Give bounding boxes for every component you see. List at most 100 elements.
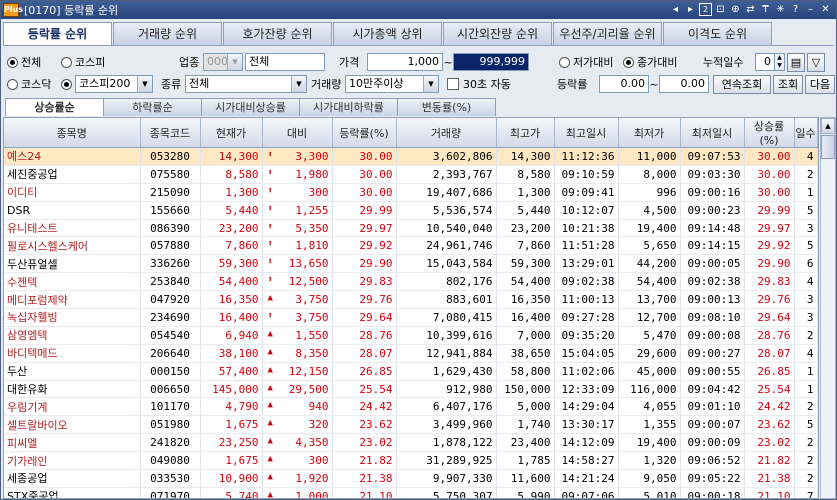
price-from-input[interactable]: 1,000 [367,53,443,71]
sector-code-combo[interactable]: 0000 ▼ [203,53,243,71]
continuous-query-button[interactable]: 연속조회 [713,74,771,94]
chevron-down-icon[interactable]: ▼ [291,76,306,92]
subtab-1[interactable]: 하락률순 [103,98,202,116]
tab-4[interactable]: 시간외잔량 순위 [443,22,552,45]
column-header[interactable]: 등락률(%) [332,118,397,148]
column-header[interactable]: 거래량 [396,118,497,148]
tab-6[interactable]: 이격도 순위 [663,22,772,45]
scroll-thumb[interactable] [821,135,835,159]
help-icon[interactable]: ? [789,3,802,16]
chevron-down-icon[interactable]: ▼ [137,76,152,92]
vertical-scrollbar[interactable]: ▲ [820,117,836,499]
high-cell: 23,400 [496,433,555,453]
column-header[interactable]: 대비 [262,118,333,148]
high-cell: 5,000 [496,397,555,417]
filter-icon[interactable]: ▽ [807,52,825,72]
table-row[interactable]: 바디텍메드 206640 38,100 ▲ 8,350 28.07 12,941,884 38… [4,344,818,363]
calendar-icon[interactable]: ▤ [787,52,805,72]
link-icon[interactable]: ⊡ [714,3,727,16]
chevron-down-icon[interactable]: ▼ [423,76,438,92]
column-header[interactable]: 최저일시 [680,118,745,148]
sector-name-field[interactable]: 전체 [245,53,325,71]
table-row[interactable]: DSR 155660 5,440 ⬆ 1,255 29.99 5,536,574 5,440 1… [4,201,818,220]
add-icon[interactable]: ⊕ [729,3,742,16]
column-header[interactable]: 최저가 [618,118,681,148]
subtab-0[interactable]: 상승률순 [5,98,104,116]
column-header[interactable]: 현재가 [200,118,263,148]
ltime-cell: 09:07:53 [680,147,745,166]
days-input[interactable]: 0 [755,53,775,71]
auto-refresh-checkbox[interactable] [447,78,459,90]
tab-0[interactable]: 등락률 순위 [3,22,112,46]
change-value: 1,000 [295,489,329,499]
table-row[interactable]: 세진중공업 075580 8,580 ⬆ 1,980 30.00 2,393,767 8,58… [4,165,818,184]
tab-1[interactable]: 거래량 순위 [113,22,222,45]
table-row[interactable]: STX중공업 071970 5,740 ▲ 1,000 21.10 5,750,307 5,9… [4,487,818,499]
nav-left-icon[interactable]: ◂ [669,3,682,16]
table-row[interactable]: 두산퓨얼셀 336260 59,300 ⬆ 13,650 29.90 15,043,584 5… [4,254,818,274]
type-combo[interactable]: 전체 ▼ [185,75,307,93]
price-cell: 4,790 [200,397,263,417]
table-row[interactable]: 유니테스트 086390 23,200 ⬆ 5,350 29.97 10,540,040 23… [4,219,818,238]
rate-to-input[interactable]: 0.00 [659,75,709,93]
market-all-radio[interactable] [7,56,18,68]
table-row[interactable]: 세종공업 033530 10,900 ▲ 1,920 21.38 9,907,330 11,6… [4,469,818,488]
days-spinner[interactable]: ▲ ▼ [775,53,785,71]
screen-2-icon[interactable]: 2 [699,3,712,16]
low-compare-radio[interactable] [559,56,570,68]
table-row[interactable]: 우림기계 101170 4,790 ▲ 940 24.42 6,407,176 5,000 14… [4,397,818,417]
high-cell: 38,650 [496,344,555,363]
low-cell: 1,320 [618,451,681,471]
table-row[interactable]: 필로시스헬스케어 057880 7,860 ⬆ 1,810 29.92 24,961,746… [4,236,818,256]
tab-2[interactable]: 호가잔량 순위 [223,22,332,45]
nav-right-icon[interactable]: ▸ [684,3,697,16]
tab-5[interactable]: 우선주/괴리율 순위 [553,22,662,45]
table-row[interactable]: 수젠텍 253840 54,400 ⬆ 12,500 29.83 802,176 54,400… [4,272,818,292]
kosdaq-radio[interactable] [7,78,18,90]
scroll-up-icon[interactable]: ▲ [821,118,835,134]
up-arrow-icon: ⬆ [267,239,273,250]
query-button[interactable]: 조회 [773,74,803,94]
up-arrow-icon: ⬆ [267,149,273,160]
column-header[interactable]: 상승률(%) [744,118,795,148]
column-header[interactable]: 종목명 [4,118,141,148]
table-row[interactable]: 셀트랄바이오 051980 1,675 ▲ 320 23.62 3,499,960 1,740… [4,415,818,435]
subtab-3[interactable]: 시가대비하락률 [299,98,398,116]
subtab-2[interactable]: 시가대비상승률 [201,98,300,116]
stock-name-cell: 세진중공업 [4,165,141,184]
column-header[interactable]: 최고일시 [554,118,619,148]
next-button[interactable]: 다음 [805,74,835,94]
table-row[interactable]: 이디티 215090 1,300 ⬆ 300 30.00 19,407,686 1,300 09… [4,183,818,202]
rate-cell: 29.64 [332,308,397,327]
table-row[interactable]: 녹십자웰빙 234690 16,400 ⬆ 3,750 29.64 7,080,415 16,… [4,308,818,327]
chevron-down-icon[interactable]: ▼ [227,54,242,70]
market-index-combo[interactable]: 코스피200 ▼ [75,75,153,93]
rate-cell: 28.07 [332,344,397,363]
pin-icon[interactable]: ₸ [759,3,772,16]
vol-cell: 883,601 [396,290,497,310]
table-row[interactable]: 피씨엘 241820 23,250 ▲ 4,350 23.02 1,878,122 23,40… [4,433,818,453]
column-header[interactable]: 최고가 [496,118,555,148]
subtab-4[interactable]: 변동률(%) [397,98,496,116]
column-header[interactable]: 일수 [794,118,818,148]
table-row[interactable]: 메디포럼제약 047920 16,350 ▲ 3,750 29.76 883,601 16,3… [4,290,818,310]
table-row[interactable]: 예스24 053280 14,300 ⬆ 3,300 30.00 3,602,806 14,3… [4,147,818,166]
table-row[interactable]: 대한유화 006650 145,000 ▲ 29,500 25.54 912,980 150,… [4,380,818,399]
volume-combo[interactable]: 10만주이상 ▼ [345,75,439,93]
change-cell: ⬆ 3,750 [262,308,333,327]
price-to-input[interactable]: 999,999 [453,53,529,71]
minimize-icon[interactable]: – [804,3,817,16]
kospi-radio[interactable] [61,56,72,68]
table-row[interactable]: 삼영엠텍 054540 6,940 ▲ 1,550 28.76 10,399,616 7,00… [4,326,818,345]
swap-icon[interactable]: ⇄ [744,3,757,16]
column-header[interactable]: 종목코드 [140,118,201,148]
kospi200-radio[interactable] [61,78,72,90]
rate-from-input[interactable]: 0.00 [599,75,649,93]
table-row[interactable]: 두산 000150 57,400 ▲ 12,150 26.85 1,629,430 58,80… [4,362,818,381]
tab-3[interactable]: 시가총액 상위 [333,22,442,45]
days-cell: 7 [794,487,818,498]
table-row[interactable]: 기가레인 049080 1,675 ▲ 300 21.82 31,289,925 1,785 1… [4,451,818,471]
close-compare-radio[interactable] [623,56,634,68]
close-icon[interactable]: ✕ [819,3,832,16]
settings-icon[interactable]: ✳ [774,3,787,16]
